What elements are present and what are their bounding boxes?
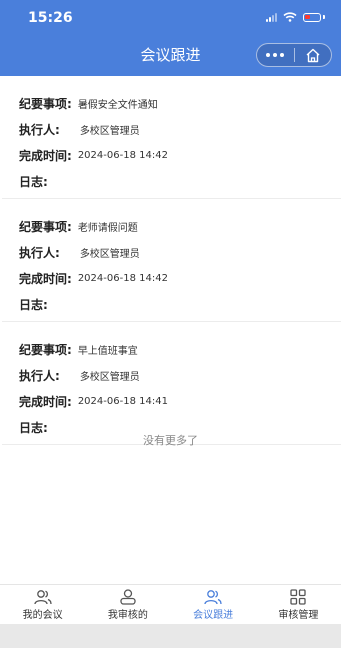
tab-my-meetings[interactable]: 我的会议 <box>0 585 85 625</box>
item-value: 老师请假问题 <box>77 222 138 234</box>
item-row: 纪要事项: 早上值班事宜 <box>2 336 341 362</box>
tab-bar: 我的会议 我审核的 会议跟进 审核管理 <box>0 584 341 625</box>
tab-label: 我的会议 <box>22 610 63 621</box>
executor-row: 执行人: 多校区管理员 <box>2 239 341 265</box>
time-label: 完成时间: <box>19 271 72 286</box>
item-value: 早上值班事宜 <box>77 345 138 357</box>
tab-label: 审核管理 <box>278 610 319 621</box>
executor-value: 多校区管理员 <box>79 248 140 260</box>
time-value: 2024-06-18 14:41 <box>77 395 168 407</box>
mini-program-capsule <box>256 43 332 67</box>
followup-list: 纪要事项: 暑假安全文件通知 执行人: 多校区管理员 完成时间: 2024-06… <box>0 76 341 445</box>
time-label: 完成时间: <box>19 148 72 163</box>
item-label: 纪要事项: <box>19 342 72 357</box>
more-button[interactable] <box>257 53 294 57</box>
time-value: 2024-06-18 14:42 <box>77 272 168 284</box>
home-icon <box>306 48 320 62</box>
executor-label: 执行人: <box>19 368 60 383</box>
executor-value: 多校区管理员 <box>79 371 140 383</box>
tab-review-management[interactable]: 审核管理 <box>256 585 341 625</box>
log-row: 日志: <box>2 168 341 194</box>
tab-label: 会议跟进 <box>193 610 234 621</box>
followup-record[interactable]: 纪要事项: 暑假安全文件通知 执行人: 多校区管理员 完成时间: 2024-06… <box>2 76 341 199</box>
status-time: 15:26 <box>28 10 73 26</box>
log-row: 日志: <box>2 291 341 317</box>
executor-value: 多校区管理员 <box>79 125 140 137</box>
executor-label: 执行人: <box>19 245 60 260</box>
time-label: 完成时间: <box>19 394 72 409</box>
grid-icon <box>290 589 307 605</box>
battery-icon <box>303 12 321 22</box>
followup-record[interactable]: 纪要事项: 老师请假问题 执行人: 多校区管理员 完成时间: 2024-06-1… <box>2 199 341 322</box>
status-icons <box>266 12 325 22</box>
tab-my-reviews[interactable]: 我审核的 <box>85 585 170 625</box>
log-label: 日志: <box>19 297 48 312</box>
time-value: 2024-06-18 14:42 <box>77 149 168 161</box>
time-row: 完成时间: 2024-06-18 14:42 <box>2 265 341 291</box>
tab-meeting-followup[interactable]: 会议跟进 <box>171 585 256 625</box>
people-icon <box>33 590 52 605</box>
people-icon <box>204 590 222 605</box>
no-more-text: 没有更多了 <box>143 434 198 447</box>
item-row: 纪要事项: 暑假安全文件通知 <box>2 90 341 116</box>
wifi-icon <box>283 12 297 22</box>
home-indicator-area <box>0 624 341 648</box>
signal-icon <box>266 12 277 22</box>
time-row: 完成时间: 2024-06-18 14:42 <box>2 142 341 168</box>
executor-row: 执行人: 多校区管理员 <box>2 116 341 142</box>
item-row: 纪要事项: 老师请假问题 <box>2 213 341 239</box>
app-header: 15:26 会议跟进 <box>0 0 341 76</box>
item-value: 暑假安全文件通知 <box>77 99 158 111</box>
item-label: 纪要事项: <box>19 96 72 111</box>
home-button[interactable] <box>295 48 332 63</box>
item-label: 纪要事项: <box>19 219 72 234</box>
time-row: 完成时间: 2024-06-18 14:41 <box>2 388 341 414</box>
followup-record[interactable]: 纪要事项: 早上值班事宜 执行人: 多校区管理员 完成时间: 2024-06-1… <box>2 322 341 445</box>
executor-row: 执行人: 多校区管理员 <box>2 362 341 388</box>
log-label: 日志: <box>19 174 48 189</box>
tab-label: 我审核的 <box>107 610 148 621</box>
battery-cap <box>323 15 325 19</box>
person-icon <box>120 589 136 605</box>
executor-label: 执行人: <box>19 122 60 137</box>
